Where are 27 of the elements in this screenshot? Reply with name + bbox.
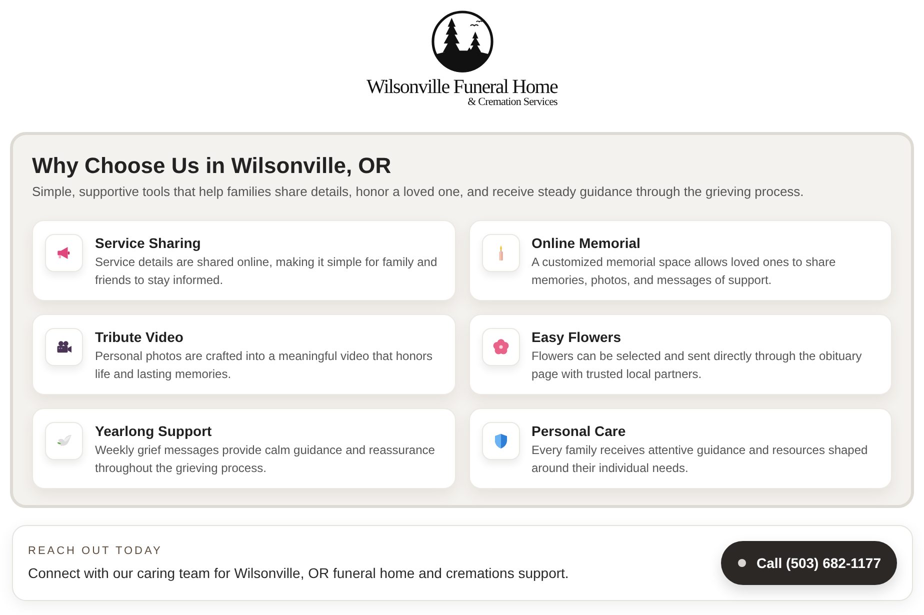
dove-icon — [45, 422, 83, 460]
card-description: Every family receives attentive guidance and resources shaped around their individual needs. — [532, 442, 869, 477]
dot-icon — [738, 559, 746, 567]
card-title: Service Sharing — [95, 234, 202, 253]
megaphone-icon — [45, 234, 83, 272]
section-subtitle: Simple, supportive tools that help families share details, honor a loved one, and receive steady guidance through the grieving process. — [32, 183, 805, 201]
movie-camera-icon — [45, 328, 83, 366]
logo-name: Wilsonville Funeral Home — [366, 77, 558, 97]
card-title: Personal Care — [532, 422, 627, 441]
cta-text: Connect with our caring team for Wilsonville, OR funeral home and cremations support. — [28, 564, 569, 582]
call-button[interactable]: Call (503) 682-1177 — [721, 541, 897, 585]
shield-icon — [482, 422, 520, 460]
card-title: Online Memorial — [532, 234, 642, 253]
flower-icon — [482, 328, 520, 366]
logo-tagline: & Cremation Services — [468, 97, 558, 108]
pine-tree-logo-icon — [430, 10, 494, 73]
card-title: Tribute Video — [95, 328, 184, 347]
section-heading: Why Choose Us in Wilsonville, OR — [32, 153, 392, 179]
card-description: A customized memorial space allows loved ones to share memories, photos, and messages of support. — [532, 254, 837, 289]
card-description: Personal photos are crafted into a meaningful video that honors life and lasting memories. — [95, 348, 434, 383]
card-description: Flowers can be selected and sent directly through the obituary page with trusted local partners. — [532, 348, 863, 383]
card-description: Service details are shared online, making it simple for family and friends to stay informed. — [95, 254, 438, 289]
card-title: Yearlong Support — [95, 422, 213, 441]
candle-icon — [482, 234, 520, 272]
eyebrow-label: REACH OUT TODAY — [28, 544, 164, 558]
card-title: Easy Flowers — [532, 328, 622, 347]
card-description: Weekly grief messages provide calm guidance and reassurance throughout the grieving process. — [95, 442, 436, 477]
